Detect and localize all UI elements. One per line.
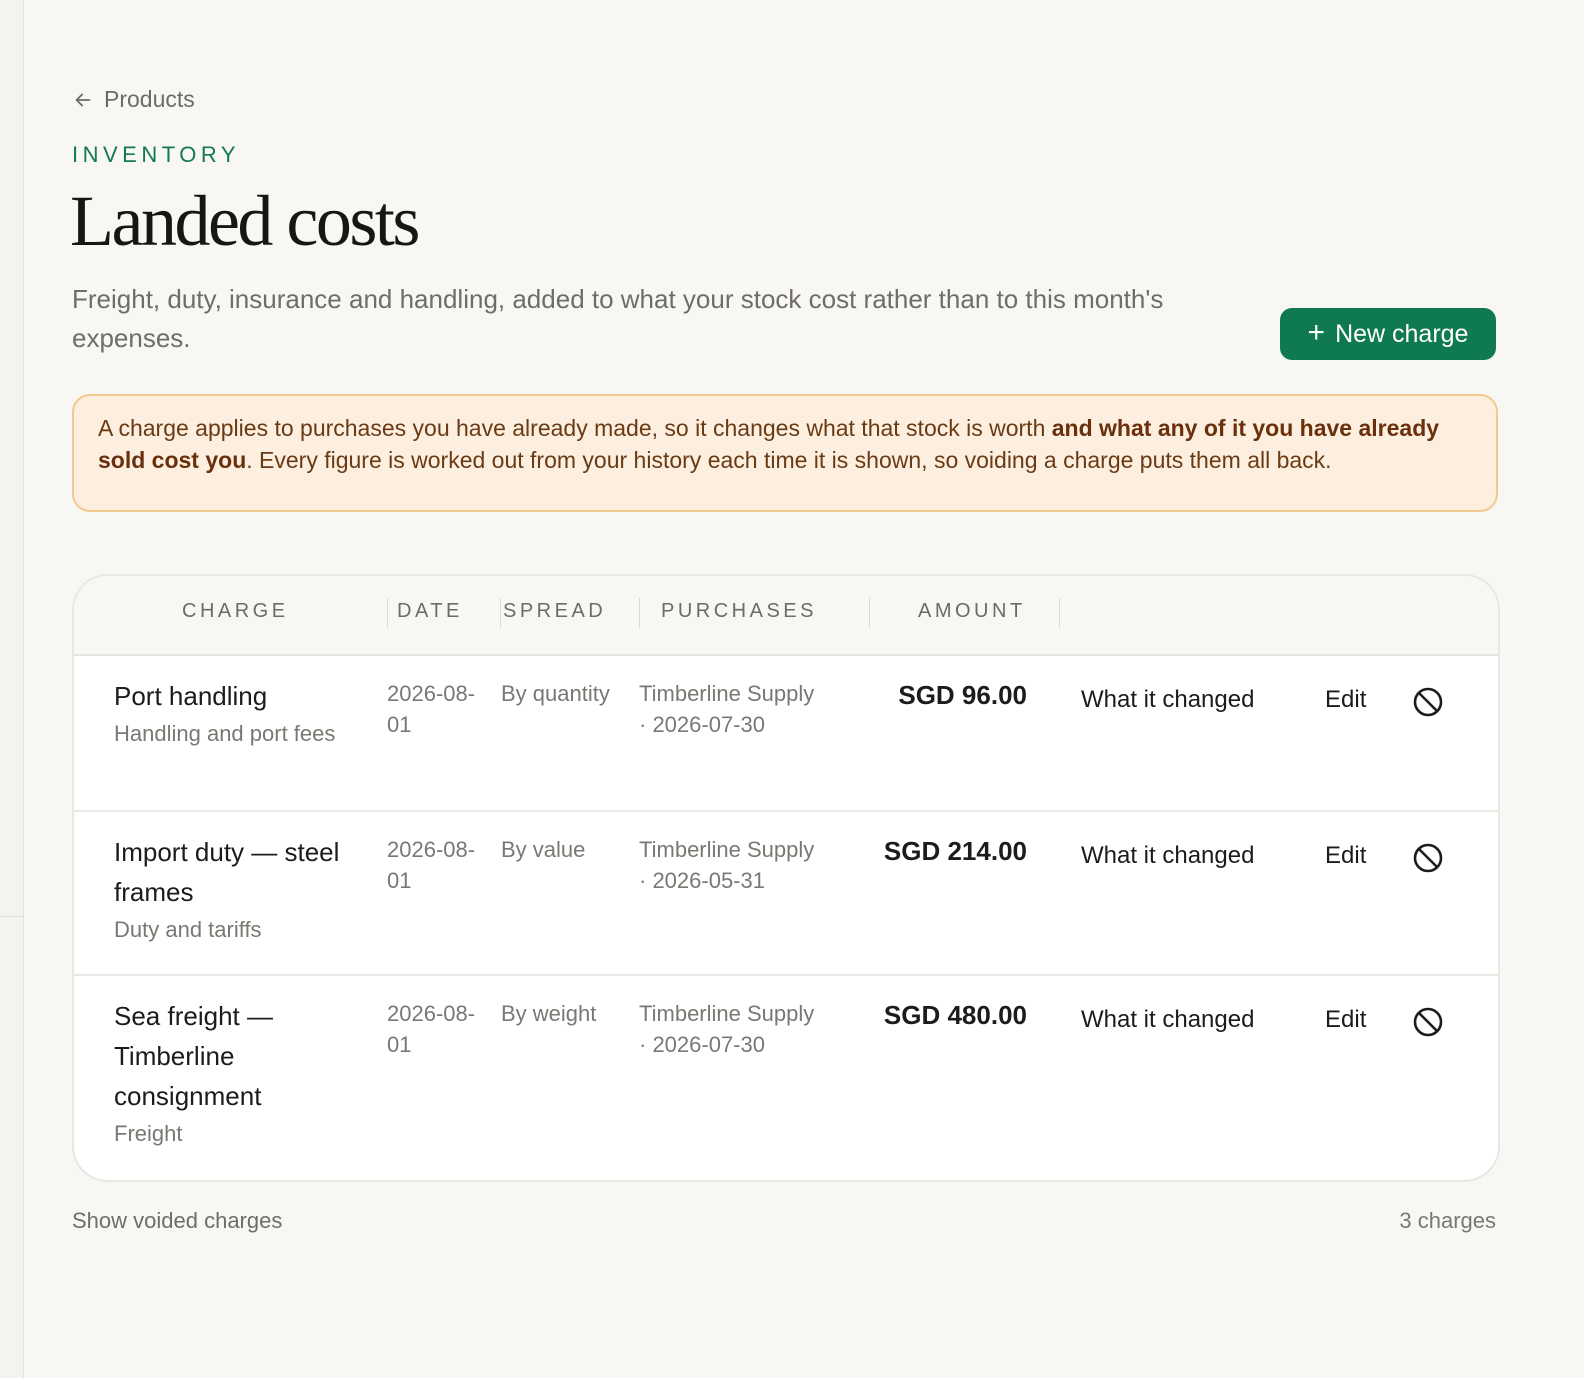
edit-button[interactable]: Edit (1325, 686, 1366, 714)
table-row: Port handling Handling and port fees 202… (74, 656, 1498, 812)
warning-notice: A charge applies to purchases you have a… (72, 394, 1498, 512)
charge-name: Sea freight — Timberline consignment (114, 1001, 273, 1111)
charge-amount: SGD 480.00 (883, 1000, 1027, 1030)
new-charge-button[interactable]: + New charge (1280, 308, 1496, 360)
table-row: Import duty — steel frames Duty and tari… (74, 812, 1498, 976)
edit-button[interactable]: Edit (1325, 1006, 1366, 1034)
page-subtitle: Freight, duty, insurance and handling, a… (72, 284, 1164, 353)
notice-text-end: . Every figure is worked out from your h… (246, 447, 1332, 473)
column-divider (869, 598, 870, 628)
charge-date: 2026-08-01 (387, 1001, 476, 1057)
charge-date: 2026-08-01 (387, 681, 476, 737)
purchase-date: · 2026-07-30 (639, 712, 765, 737)
charge-amount: SGD 214.00 (883, 836, 1027, 866)
charges-table: CHARGE DATE SPREAD PURCHASES AMOUNT Port… (72, 574, 1500, 1182)
column-header-charge: CHARGE (182, 600, 289, 622)
rail-divider (0, 916, 23, 917)
void-charge-icon[interactable] (1412, 686, 1444, 718)
charge-spread: By weight (501, 1001, 597, 1026)
table-row: Sea freight — Timberline consignment Fre… (74, 976, 1498, 1180)
what-it-changed-button[interactable]: What it changed (1081, 1006, 1254, 1034)
charge-spread: By value (501, 837, 586, 862)
notice-text-start: A charge applies to purchases you have a… (98, 415, 1052, 441)
column-header-amount: AMOUNT (918, 600, 1026, 622)
back-link-label: Products (104, 86, 195, 112)
plus-icon: + (1307, 315, 1326, 349)
section-eyebrow: INVENTORY (72, 142, 241, 167)
new-charge-label: New charge (1335, 319, 1469, 348)
app-left-rail (0, 0, 24, 1378)
void-charge-icon[interactable] (1412, 842, 1444, 874)
charge-category: Duty and tariffs (114, 917, 262, 942)
column-header-spread: SPREAD (503, 600, 607, 622)
page-title: Landed costs (70, 181, 420, 261)
column-divider (387, 598, 388, 628)
purchase-supplier: Timberline Supply (639, 681, 815, 706)
column-header-purchases: PURCHASES (661, 600, 817, 622)
what-it-changed-button[interactable]: What it changed (1081, 686, 1254, 714)
void-charge-icon[interactable] (1412, 1006, 1444, 1038)
charge-category: Freight (114, 1121, 183, 1146)
purchase-date: · 2026-07-30 (639, 1032, 765, 1057)
show-voided-charges-link[interactable]: Show voided charges (72, 1208, 282, 1234)
column-header-date: DATE (397, 600, 463, 622)
charge-amount: SGD 96.00 (898, 680, 1027, 710)
column-divider (500, 598, 501, 628)
purchase-date: · 2026-05-31 (639, 868, 765, 893)
table-header: CHARGE DATE SPREAD PURCHASES AMOUNT (74, 576, 1498, 656)
arrow-left-icon (75, 93, 91, 106)
charge-spread: By quantity (501, 681, 610, 706)
purchase-supplier: Timberline Supply (639, 837, 815, 862)
purchase-supplier: Timberline Supply (639, 1001, 815, 1026)
charge-name: Port handling (114, 681, 268, 711)
column-divider (639, 598, 640, 628)
edit-button[interactable]: Edit (1325, 842, 1366, 870)
what-it-changed-button[interactable]: What it changed (1081, 842, 1254, 870)
column-divider (1059, 598, 1060, 628)
charge-date: 2026-08-01 (387, 837, 476, 893)
charges-count: 3 charges (1399, 1208, 1496, 1233)
back-to-products-link[interactable]: Products (72, 86, 195, 113)
charge-category: Handling and port fees (114, 721, 336, 746)
charge-name: Import duty — steel frames (114, 837, 340, 907)
